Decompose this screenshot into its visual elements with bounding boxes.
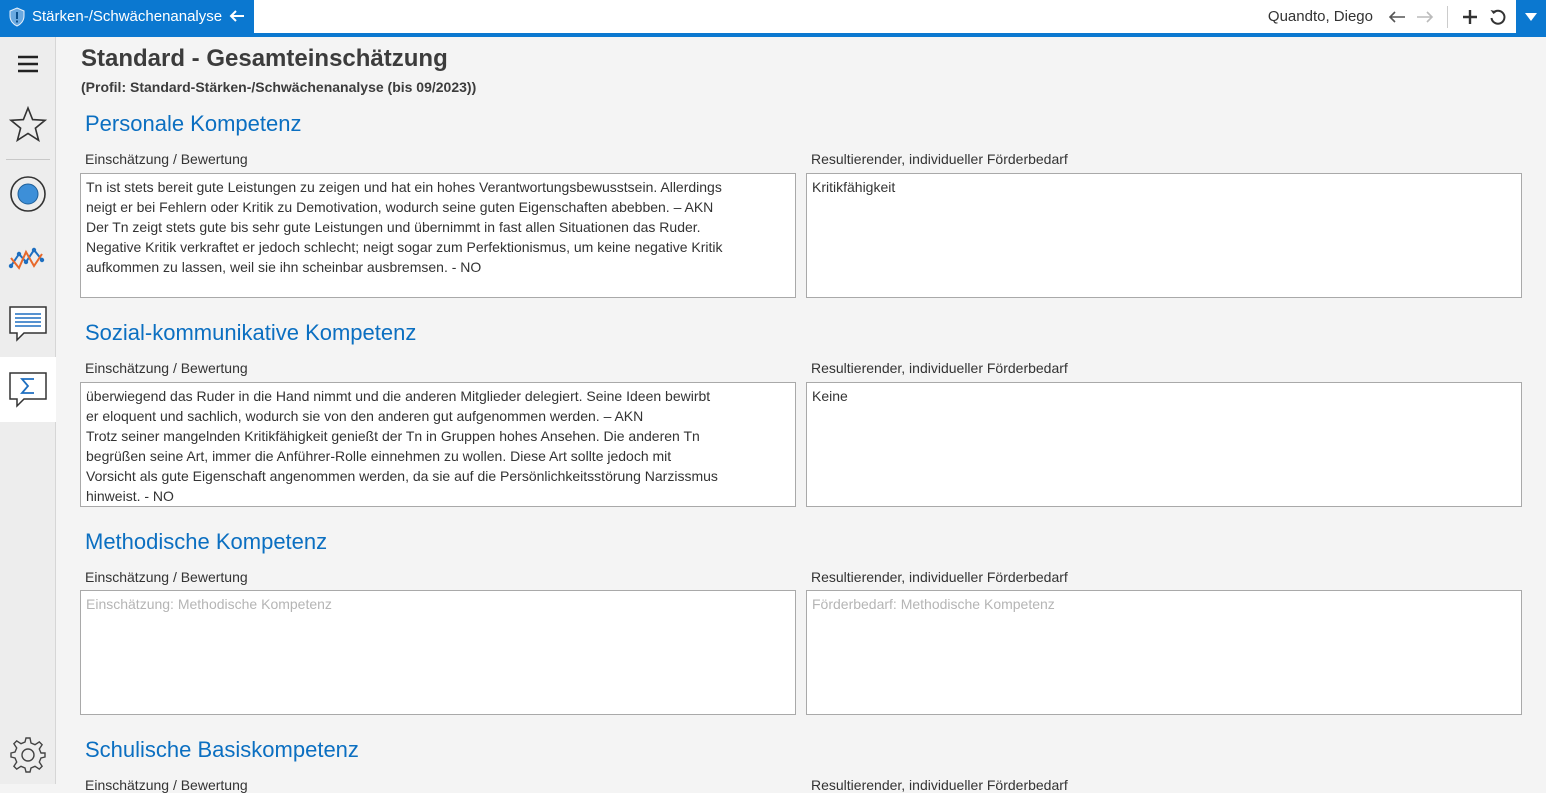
toolbar-divider [1447,5,1448,28]
dropdown-icon[interactable] [1516,0,1546,33]
add-icon[interactable] [1459,6,1481,28]
textarea-einschaetzung-personale[interactable]: Tn ist stets bereit gute Leistungen zu z… [80,173,796,298]
user-name[interactable]: Quandto, Diego [1268,8,1373,25]
page-title: Standard - Gesamteinschätzung [81,45,448,72]
tab-staerken-schwaechenanalyse[interactable]: Stärken-/Schwächenanalyse [0,0,254,33]
settings-icon[interactable] [0,732,56,778]
menu-icon[interactable] [0,43,56,85]
textarea-foerderbedarf-personale[interactable]: Kritikfähigkeit [806,173,1522,298]
label-foerderbedarf-sozial: Resultierender, individueller Förderbeda… [811,360,1068,376]
sum-icon[interactable] [0,357,56,422]
chart-icon[interactable] [0,235,56,283]
refresh-icon[interactable] [1487,6,1509,28]
section-title-methodische-kompetenz: Methodische Kompetenz [85,529,328,554]
history-back-icon[interactable] [1386,6,1408,28]
label-foerderbedarf-methodische: Resultierender, individueller Förderbeda… [811,569,1068,585]
star-icon[interactable] [0,99,56,149]
label-einschaetzung-schulische: Einschätzung / Bewertung [85,777,248,793]
textarea-einschaetzung-methodische[interactable]: Einschätzung: Methodische Kompetenz [80,590,796,715]
target-icon[interactable] [0,170,56,218]
textarea-einschaetzung-sozial[interactable]: überwiegend das Ruder in die Hand nimmt … [80,382,796,507]
label-einschaetzung-sozial: Einschätzung / Bewertung [85,360,248,376]
title-bar: Stärken-/Schwächenanalyse Quandto, Diego [0,0,1546,37]
sidebar-divider [6,159,50,160]
section-title-schulische-basiskompetenz: Schulische Basiskompetenz [85,737,359,762]
textarea-foerderbedarf-sozial[interactable]: Keine [806,382,1522,507]
section-title-personale-kompetenz: Personale Kompetenz [85,111,302,136]
page-subtitle: (Profil: Standard-Stärken-/Schwächenanal… [81,79,477,95]
back-arrow-icon[interactable] [228,6,246,26]
label-einschaetzung-personale: Einschätzung / Bewertung [85,151,248,167]
history-forward-icon[interactable] [1414,6,1436,28]
tab-title: Stärken-/Schwächenanalyse [32,8,223,25]
label-einschaetzung-methodische: Einschätzung / Bewertung [85,569,248,585]
sidebar [0,37,56,784]
section-title-sozial-kommunikative-kompetenz: Sozial-kommunikative Kompetenz [85,320,417,345]
comment-icon[interactable] [0,299,56,349]
textarea-foerderbedarf-methodische[interactable]: Förderbedarf: Methodische Kompetenz [806,590,1522,715]
shield-icon [9,6,25,27]
label-foerderbedarf-personale: Resultierender, individueller Förderbeda… [811,151,1068,167]
label-foerderbedarf-schulische: Resultierender, individueller Förderbeda… [811,777,1068,793]
